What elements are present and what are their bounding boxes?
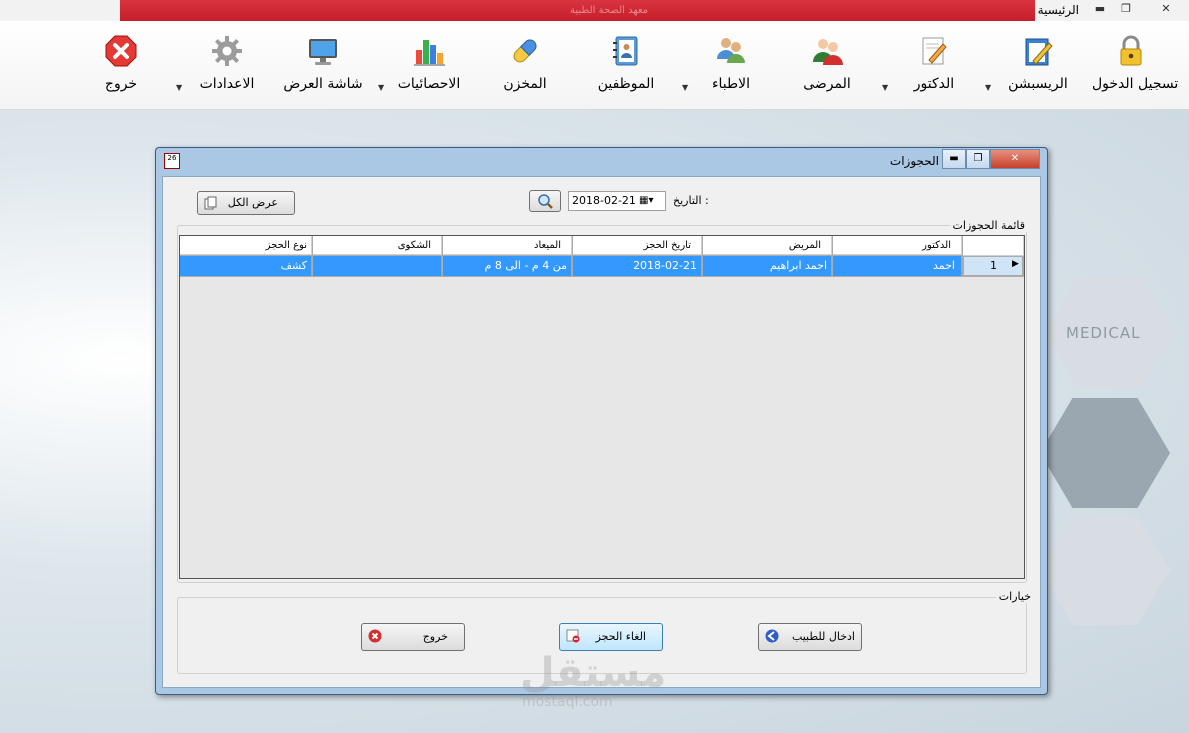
calendar-dropdown-icon[interactable]: ▦▾	[639, 192, 653, 210]
arrow-left-icon	[765, 629, 779, 643]
dialog-titlebar[interactable]: 26 الحجوزات ▬ ❐ ✕	[156, 148, 1047, 172]
chevron-down-icon[interactable]: ▼	[985, 83, 991, 92]
options-label: خيارات	[995, 590, 1034, 603]
toolbar-statistics-button[interactable]: الاحصائيات	[394, 34, 464, 104]
enter-doctor-button[interactable]: ادخال للطبيب	[758, 623, 862, 651]
toolbar-display-label: شاشة العرض	[283, 76, 363, 92]
column-header-complaint[interactable]: الشكوى	[313, 236, 442, 255]
window-title: الرئيسية	[1037, 3, 1079, 17]
cell-complaint[interactable]	[313, 256, 442, 276]
grid-empty-area	[180, 277, 1024, 578]
date-value: 2018-02-21	[572, 194, 636, 207]
close-icon[interactable]: ✕	[1157, 2, 1175, 16]
column-header-booking-date[interactable]: تاريخ الحجز	[573, 236, 702, 255]
notepad-pencil-icon	[1025, 38, 1053, 66]
row-pointer-icon: ▶	[1012, 259, 1019, 269]
medical-text: MEDICAL	[1066, 324, 1141, 342]
enter-doctor-label: ادخال للطبيب	[791, 630, 855, 643]
watermark-url: mostaql.com	[522, 694, 613, 710]
toolbar-patients-label: المرضى	[803, 76, 851, 92]
column-header-doctor[interactable]: الدكتور	[833, 236, 962, 255]
padlock-icon	[1120, 35, 1142, 66]
toolbar-reception-button[interactable]: الريسبشن	[1003, 34, 1073, 104]
toolbar-reception-label: الريسبشن	[1008, 76, 1068, 92]
search-button[interactable]	[529, 190, 561, 212]
date-label: التاريخ :	[673, 194, 709, 207]
watermark-logo: مستقل	[520, 650, 667, 696]
toolbar-employees-button[interactable]: الموظفين	[596, 34, 656, 104]
gear-icon	[212, 36, 242, 66]
chevron-down-icon[interactable]: ▼	[882, 83, 888, 92]
row-header-corner	[963, 236, 1024, 256]
row-header[interactable]: 1 ▶	[963, 256, 1023, 276]
dialog-maximize-icon[interactable]: ❐	[966, 149, 990, 169]
exit-button[interactable]: خروج	[361, 623, 465, 651]
cell-doctor[interactable]: احمد	[833, 256, 962, 276]
doctors-icon	[717, 38, 745, 63]
cell-booking-type[interactable]: كشف	[180, 256, 312, 276]
chevron-down-icon[interactable]: ▼	[378, 83, 384, 92]
dialog-title: الحجوزات	[889, 154, 939, 168]
column-header-appointment[interactable]: الميعاد	[443, 236, 572, 255]
bookings-dialog: 26 الحجوزات ▬ ❐ ✕ عرض الكل 2018-02-21 ▦▾…	[155, 147, 1048, 695]
toolbar-login-button[interactable]: تسجيل الدخول	[1092, 34, 1179, 104]
toolbar-settings-button[interactable]: الاعدادات	[196, 34, 258, 104]
cancel-booking-label: الغاء الحجز	[595, 630, 646, 643]
monitor-icon	[309, 39, 337, 65]
documents-icon	[204, 196, 217, 210]
toolbar-store-button[interactable]: المخزن	[500, 34, 550, 104]
toolbar-doctor-label: الدكتور	[913, 76, 955, 92]
chevron-down-icon[interactable]: ▼	[176, 83, 182, 92]
cancel-booking-button[interactable]: الغاء الحجز	[559, 623, 663, 651]
cell-booking-date[interactable]: 2018-02-21	[573, 256, 702, 276]
column-header-booking-type[interactable]: نوع الحجز	[180, 236, 312, 255]
dialog-minimize-icon[interactable]: ▬	[942, 149, 966, 169]
toolbar-patients-button[interactable]: المرضى	[797, 34, 857, 104]
cell-appointment[interactable]: من 4 م - الى 8 م	[443, 256, 572, 276]
toolbar-exit-button[interactable]: خروج	[100, 34, 142, 104]
pill-icon	[513, 39, 537, 63]
date-picker[interactable]: 2018-02-21 ▦▾	[568, 191, 666, 211]
patients-icon	[813, 39, 843, 65]
minimize-icon[interactable]: ▬	[1091, 2, 1109, 16]
show-all-button[interactable]: عرض الكل	[197, 191, 295, 215]
restore-icon[interactable]: ❐	[1117, 2, 1135, 16]
document-pencil-icon	[922, 37, 947, 65]
toolbar-settings-label: الاعدادات	[199, 76, 255, 92]
toolbar-statistics-label: الاحصائيات	[397, 76, 461, 92]
banner-text: معهد الصحة الطبية	[570, 5, 649, 16]
row-number: 1	[990, 259, 997, 272]
bookings-list-label: قائمة الحجوزات	[949, 219, 1028, 232]
toolbar-employees-label: الموظفين	[597, 76, 655, 92]
main-titlebar: معهد الصحة الطبية الرئيسية ▬ ❐ ✕	[0, 0, 1189, 21]
exit-label: خروج	[422, 630, 448, 643]
chevron-down-icon[interactable]: ▼	[682, 83, 688, 92]
toolbar-doctors-button[interactable]: الاطباء	[700, 34, 762, 104]
calendar-icon: 26	[164, 153, 180, 169]
bar-chart-icon	[414, 40, 445, 66]
toolbar-exit-label: خروج	[104, 76, 138, 92]
dialog-close-icon[interactable]: ✕	[990, 149, 1040, 169]
red-x-icon	[105, 35, 137, 67]
red-x-icon	[368, 629, 382, 643]
cell-patient[interactable]: احمد ابراهيم	[703, 256, 832, 276]
toolbar-doctors-label: الاطباء	[711, 76, 751, 92]
toolbar-display-button[interactable]: شاشة العرض	[282, 34, 364, 104]
show-all-label: عرض الكل	[227, 196, 278, 209]
dialog-body: عرض الكل 2018-02-21 ▦▾ التاريخ : قائمة ا…	[162, 176, 1041, 688]
main-toolbar: تسجيل الدخول ▼ الريسبشن ▼ الدكتور المرضى…	[0, 21, 1189, 110]
cancel-calendar-icon	[566, 629, 580, 643]
address-book-icon	[613, 36, 638, 66]
toolbar-login-label: تسجيل الدخول	[1092, 76, 1179, 92]
toolbar-store-label: المخزن	[503, 76, 547, 92]
column-header-patient[interactable]: المريض	[703, 236, 832, 255]
title-banner: معهد الصحة الطبية	[120, 0, 1035, 21]
bookings-grid[interactable]: الدكتور المريض تاريخ الحجز الميعاد الشكو…	[179, 235, 1025, 579]
search-icon	[538, 194, 553, 209]
toolbar-doctor-button[interactable]: الدكتور	[906, 34, 962, 104]
